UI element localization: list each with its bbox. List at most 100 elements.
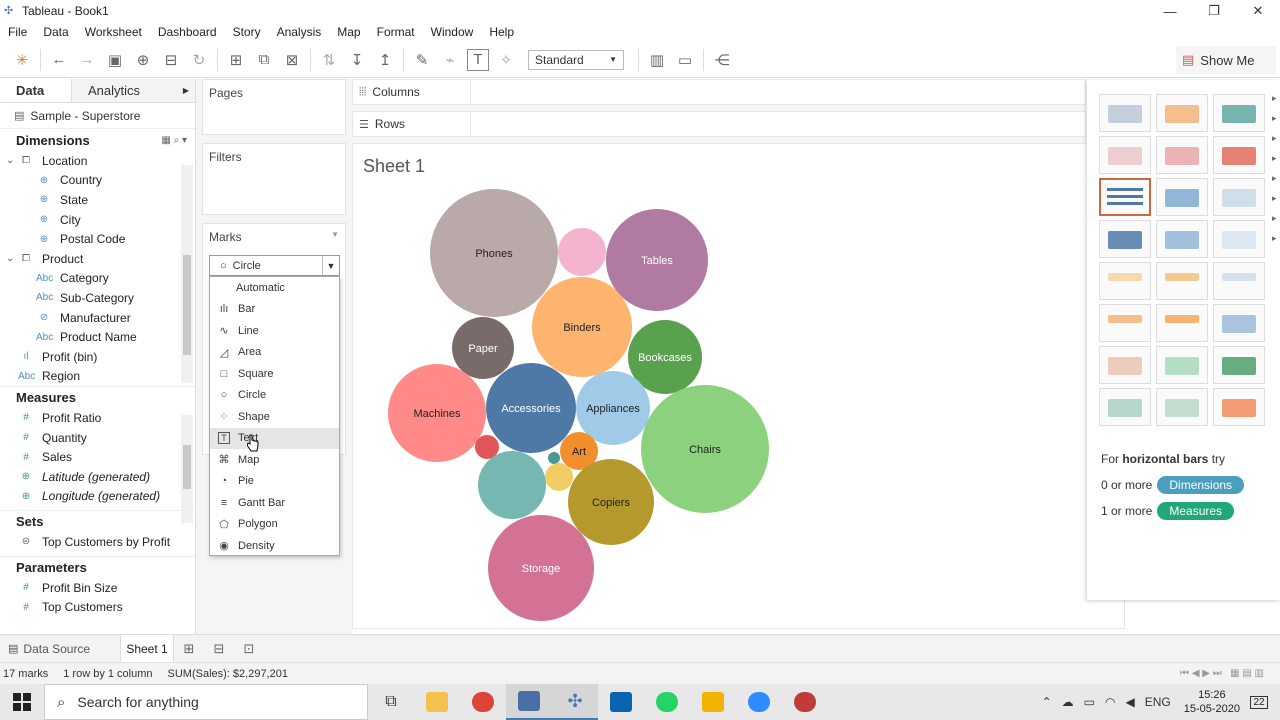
onedrive-icon[interactable]: ☁ [1062, 695, 1074, 709]
bubble-mark[interactable]: Phones [430, 189, 558, 317]
maximize-button[interactable]: ❐ [1192, 0, 1236, 22]
sort-ascending-icon[interactable]: ↧ [343, 46, 371, 74]
bubble-circle[interactable] [558, 228, 606, 276]
chrome-icon[interactable] [460, 684, 506, 720]
menu-story[interactable]: Story [225, 25, 269, 39]
menu-window[interactable]: Window [423, 25, 482, 39]
tableau-home-icon[interactable]: ✳ [8, 46, 36, 74]
undo-icon[interactable]: ← [45, 46, 73, 74]
redo-icon[interactable]: → [73, 46, 101, 74]
measure-field[interactable]: ⊕ Longitude (generated) [0, 487, 195, 507]
bubble-mark[interactable]: Chairs [641, 385, 769, 513]
app-chart-icon[interactable] [690, 684, 736, 720]
side-by-side-bars-chart-icon[interactable] [1213, 178, 1265, 216]
tab-analytics[interactable]: Analytics ▶ [72, 79, 195, 102]
mark-type-option[interactable]: Automatic [210, 277, 339, 299]
tableau-desktop-taskbar-icon[interactable]: ✣ [552, 684, 598, 720]
heat-map-chart-icon[interactable] [1156, 94, 1208, 132]
mark-type-option[interactable]: ılı Bar [210, 299, 339, 321]
new-data-source-icon[interactable]: ⊕ [129, 46, 157, 74]
mark-type-option[interactable]: □ Square [210, 363, 339, 385]
menu-data[interactable]: Data [35, 25, 76, 39]
bubble-mark[interactable]: Binders [532, 277, 632, 377]
bullet-graph-chart-icon[interactable] [1156, 388, 1208, 426]
battery-icon[interactable]: ▭ [1084, 695, 1095, 709]
pie-chart-chart-icon[interactable] [1213, 136, 1265, 174]
new-dashboard-icon[interactable]: ⊟ [204, 635, 234, 663]
bubble-mark[interactable]: Machines [388, 364, 486, 462]
group-icon[interactable]: ⌁ [436, 46, 464, 74]
discrete-lines-chart-icon[interactable] [1156, 262, 1208, 300]
mark-type-option[interactable]: ◿ Area [210, 342, 339, 364]
pin-icon[interactable]: ✧ [492, 46, 520, 74]
horizontal-bars-chart-icon[interactable] [1099, 178, 1151, 216]
dimension-field[interactable]: ⊕ State [0, 190, 195, 210]
share-icon[interactable]: ⋲ [708, 46, 736, 74]
expand-chevron-icon[interactable]: ⌄ [6, 253, 16, 264]
taskbar-search[interactable]: ⌕ Search for anything [44, 684, 368, 720]
dimension-field[interactable]: ⊕ Country [0, 171, 195, 191]
menu-format[interactable]: Format [369, 25, 423, 39]
mark-type-option[interactable]: ⁘ Shape [210, 406, 339, 428]
bubble-mark[interactable]: Paper [452, 317, 514, 379]
scrollbar-thumb[interactable] [183, 255, 191, 355]
menu-help[interactable]: Help [481, 25, 522, 39]
windows-start-button[interactable] [0, 684, 44, 720]
mark-type-option[interactable]: ≡ Gantt Bar [210, 492, 339, 514]
box-and-whisker-chart-icon[interactable] [1213, 346, 1265, 384]
dimension-field[interactable]: ⌄ ⧠ Location [0, 151, 195, 171]
dimension-field[interactable]: Abc Product Name [0, 327, 195, 347]
wifi-icon[interactable]: ◠ [1105, 695, 1115, 709]
mark-type-option[interactable]: ◉ Density [210, 535, 339, 557]
mark-type-option[interactable]: ○ Circle [210, 385, 339, 407]
menu-analysis[interactable]: Analysis [269, 25, 330, 39]
scrollbar-thumb[interactable] [183, 445, 191, 489]
measure-field[interactable]: # Quantity [0, 428, 195, 448]
show-cards-icon[interactable]: ▥ [643, 46, 671, 74]
save-icon[interactable]: ▣ [101, 46, 129, 74]
bubble-mark[interactable] [478, 451, 546, 519]
dual-lines-chart-icon[interactable] [1213, 262, 1265, 300]
measures-scrollbar[interactable] [181, 415, 193, 523]
mark-type-option[interactable]: ∿ Line [210, 320, 339, 342]
menu-dashboard[interactable]: Dashboard [150, 25, 225, 39]
mark-type-select[interactable]: ○ Circle ▼ [209, 255, 340, 276]
bubble-mark[interactable]: Storage [488, 515, 594, 621]
menu-file[interactable]: File [0, 25, 35, 39]
data-source-tab[interactable]: ▤ Data Source [0, 642, 120, 656]
app-red-icon[interactable] [782, 684, 828, 720]
dimensions-scrollbar[interactable] [181, 165, 193, 383]
expand-chevron-icon[interactable]: ⌄ [6, 155, 16, 166]
menu-map[interactable]: Map [329, 25, 368, 39]
dimension-field[interactable]: Abc Region [0, 367, 195, 387]
bubble-mark[interactable] [545, 463, 573, 491]
packed-bubbles-chart-icon[interactable] [1213, 388, 1265, 426]
mark-type-option[interactable]: ⌘ Map [210, 449, 339, 471]
zoom-icon[interactable] [736, 684, 782, 720]
columns-shelf[interactable]: ⦙⦙⦙ Columns [352, 79, 1086, 105]
outlook-icon[interactable] [598, 684, 644, 720]
circle-views-chart-icon[interactable] [1156, 220, 1208, 258]
bubble-mark[interactable] [558, 228, 606, 276]
mark-type-option[interactable]: ⬠ Polygon [210, 514, 339, 536]
close-button[interactable]: ✕ [1236, 0, 1280, 22]
mark-type-option[interactable]: ◔ Pie [210, 471, 339, 493]
side-by-side-circles-chart-icon[interactable] [1213, 220, 1265, 258]
bubble-mark[interactable]: Tables [606, 209, 708, 311]
filters-card[interactable]: Filters [202, 143, 346, 215]
mark-type-option[interactable]: T Text [210, 427, 339, 449]
menu-worksheet[interactable]: Worksheet [77, 25, 150, 39]
dimension-field[interactable]: ⌄ ⧠ Product [0, 249, 195, 269]
measure-field[interactable]: ⊕ Latitude (generated) [0, 467, 195, 487]
measure-field[interactable]: # Sales [0, 447, 195, 467]
whatsapp-icon[interactable] [644, 684, 690, 720]
language-indicator[interactable]: ENG [1145, 695, 1171, 709]
dimension-field[interactable]: Abc Category [0, 269, 195, 289]
fit-select[interactable]: Standard ▼ [528, 49, 624, 70]
worksheet-view[interactable]: Sheet 1 Phones Tables Binders Paper Bookcase… [352, 143, 1125, 629]
show-labels-icon[interactable]: T [467, 48, 489, 71]
dimension-field[interactable]: ⊕ Postal Code [0, 229, 195, 249]
continuous-area-chart-icon[interactable] [1099, 304, 1151, 342]
data-source-item[interactable]: ▤ Sample - Superstore [0, 103, 195, 129]
dimensions-tools-icon[interactable]: ▦ ⌕ ▾ [161, 135, 187, 146]
